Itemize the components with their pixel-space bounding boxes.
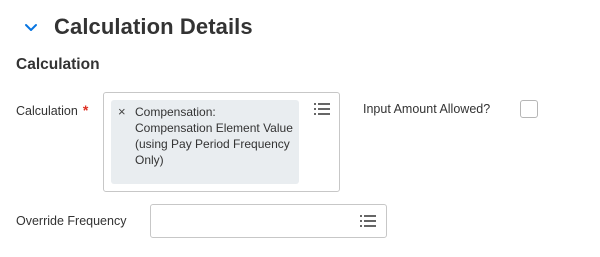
selected-pill: × Compensation: Compensation Element Val… [111,100,299,184]
calculation-multiselect[interactable]: × Compensation: Compensation Element Val… [103,92,340,192]
section-header: Calculation Details [22,10,253,44]
calculation-label: Calculation * [16,102,88,118]
calculation-label-text: Calculation [16,104,78,118]
chevron-down-icon[interactable] [22,18,40,36]
remove-pill-icon[interactable]: × [118,104,126,120]
list-icon[interactable] [360,214,376,228]
override-frequency-input[interactable] [150,204,387,238]
override-frequency-label: Override Frequency [16,214,127,228]
list-icon[interactable] [314,102,330,116]
input-amount-allowed-label: Input Amount Allowed? [363,102,491,116]
required-indicator: * [82,102,89,118]
input-amount-allowed-checkbox[interactable] [520,100,538,118]
selected-pill-text: Compensation: Compensation Element Value… [135,105,293,167]
subsection-title: Calculation [16,56,100,73]
section-title: Calculation Details [54,14,253,39]
